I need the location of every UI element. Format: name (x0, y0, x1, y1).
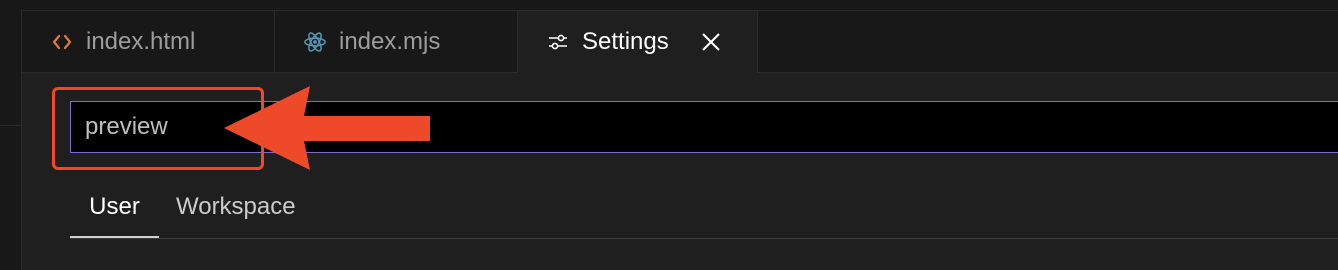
tab-workspace[interactable]: Workspace (176, 186, 296, 238)
html-code-icon (50, 30, 74, 54)
close-icon[interactable] (699, 30, 723, 54)
editor-tab-bar: index.html index.mjs Settings (22, 11, 1338, 73)
tab-index-mjs[interactable]: index.mjs (275, 11, 518, 72)
scope-tabs-divider (70, 238, 1338, 239)
tab-label: index.mjs (339, 27, 441, 55)
search-input[interactable] (71, 102, 1338, 152)
window-top-edge (0, 0, 1338, 11)
tab-user[interactable]: User (70, 186, 159, 238)
tab-label: Settings (582, 28, 669, 55)
editor-window: index.html index.mjs Settings preview Us… (0, 0, 1338, 270)
settings-sliders-icon (546, 30, 570, 54)
activity-bar-edge (0, 10, 22, 270)
tab-label: index.html (86, 27, 196, 55)
tab-index-html[interactable]: index.html (22, 11, 275, 72)
react-icon (303, 30, 327, 54)
tab-settings[interactable]: Settings (518, 11, 758, 73)
settings-scope-tabs: User Workspace (70, 186, 296, 238)
gutter-divider (0, 125, 21, 126)
settings-search-field[interactable] (70, 101, 1338, 153)
